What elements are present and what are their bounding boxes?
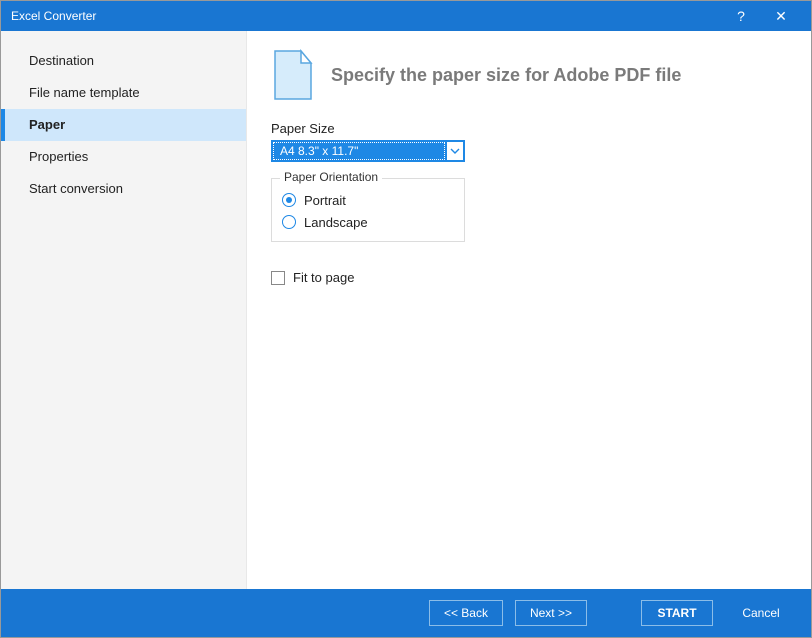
orientation-fieldset: Paper Orientation Portrait Landscape <box>271 178 465 242</box>
sidebar-item-properties[interactable]: Properties <box>1 141 246 173</box>
sidebar: Destination File name template Paper Pro… <box>1 31 247 589</box>
radio-icon <box>282 215 296 229</box>
next-button[interactable]: Next >> <box>515 600 587 626</box>
page-icon <box>271 49 315 101</box>
sidebar-item-paper[interactable]: Paper <box>1 109 246 141</box>
sidebar-item-file-name-template[interactable]: File name template <box>1 77 246 109</box>
title-bar: Excel Converter ? ✕ <box>1 1 811 31</box>
main-area: Destination File name template Paper Pro… <box>1 31 811 589</box>
sidebar-item-destination[interactable]: Destination <box>1 45 246 77</box>
footer-bar: << Back Next >> START Cancel <box>1 589 811 637</box>
radio-label: Portrait <box>304 193 346 208</box>
orientation-legend: Paper Orientation <box>280 170 382 184</box>
paper-size-value: A4 8.3" x 11.7" <box>273 142 445 160</box>
help-icon[interactable]: ? <box>721 8 761 24</box>
checkbox-label: Fit to page <box>293 270 354 285</box>
sidebar-item-start-conversion[interactable]: Start conversion <box>1 173 246 205</box>
start-button[interactable]: START <box>641 600 713 626</box>
radio-label: Landscape <box>304 215 368 230</box>
content-heading: Specify the paper size for Adobe PDF fil… <box>331 65 681 86</box>
radio-portrait[interactable]: Portrait <box>282 189 454 211</box>
fit-to-page-checkbox[interactable]: Fit to page <box>271 270 787 285</box>
back-button[interactable]: << Back <box>429 600 503 626</box>
checkbox-icon <box>271 271 285 285</box>
window-title: Excel Converter <box>11 9 721 23</box>
chevron-down-icon[interactable] <box>446 141 464 161</box>
radio-icon <box>282 193 296 207</box>
content-panel: Specify the paper size for Adobe PDF fil… <box>247 31 811 589</box>
radio-landscape[interactable]: Landscape <box>282 211 454 233</box>
content-header: Specify the paper size for Adobe PDF fil… <box>271 49 787 101</box>
paper-size-select[interactable]: A4 8.3" x 11.7" <box>271 140 465 162</box>
cancel-button[interactable]: Cancel <box>725 600 797 626</box>
close-icon[interactable]: ✕ <box>761 8 801 25</box>
paper-size-label: Paper Size <box>271 121 787 136</box>
